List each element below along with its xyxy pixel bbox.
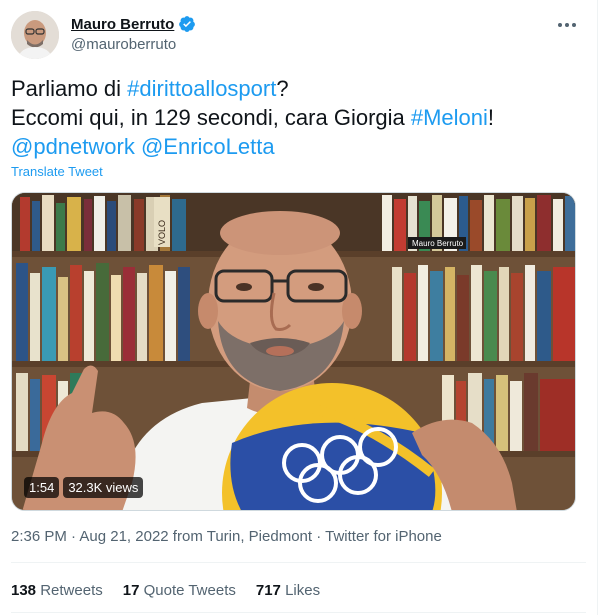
tweet-stats: 138 Retweets 17 Quote Tweets 717 Likes [11,582,320,599]
video-duration: 1:54 [24,477,60,498]
video-views: 32.3K views [63,477,144,498]
quote-tweets-stat[interactable]: 17 Quote Tweets [123,582,236,599]
retweets-stat[interactable]: 138 Retweets [11,582,103,599]
text-segment: Eccomi qui, in 129 secondi, cara Giorgia [11,105,411,130]
tweet-source[interactable]: Twitter for iPhone [325,528,442,545]
retweets-label: Retweets [40,582,103,599]
author-avatar[interactable] [11,11,59,59]
tweet-card: Mauro Berruto @mauroberruto Parliamo di … [0,0,598,615]
meta-text: from [168,528,207,545]
author-info: Mauro Berruto @mauroberruto [71,14,196,53]
retweets-count: 138 [11,582,37,599]
mention-link[interactable]: @EnricoLetta [141,134,275,159]
likes-label: Likes [285,582,321,599]
tweet-line-2: Eccomi qui, in 129 secondi, cara Giorgia… [11,103,581,132]
tweet-text: Parliamo di #dirittoallosport? Eccomi qu… [11,74,581,161]
tweet-date[interactable]: Aug 21, 2022 [79,528,168,545]
video-thumbnail: Mauro Berruto VOLO [12,193,575,510]
tweet-meta: 2:36 PM · Aug 21, 2022 from Turin, Piedm… [11,528,442,545]
meta-separator: · [312,528,326,545]
verified-badge-icon [178,15,196,33]
more-options-icon[interactable] [554,14,580,36]
video-badges: 1:54 32.3K views [24,477,144,498]
book-label: VOLO [157,220,167,245]
video-player[interactable]: Mauro Berruto VOLO 1:54 32.3K views [11,192,576,511]
tweet-time[interactable]: 2:36 PM [11,528,67,545]
meta-separator: · [66,528,80,545]
tweet-line-3: @pdnetwork @EnricoLetta [11,132,581,161]
hashtag-link[interactable]: #Meloni [411,105,488,130]
likes-count: 717 [255,582,281,599]
quote-tweets-count: 17 [122,582,140,599]
text-segment: ! [487,105,495,130]
mention-link[interactable]: @pdnetwork [11,134,135,159]
quote-tweets-label: Quote Tweets [143,582,236,599]
text-segment: Parliamo di [11,76,128,101]
divider [11,562,586,563]
translate-tweet-link[interactable]: Translate Tweet [11,164,103,179]
tweet-location[interactable]: Turin, Piedmont [207,528,312,545]
author-name[interactable]: Mauro Berruto [71,16,174,33]
tweet-line-1: Parliamo di #dirittoallosport? [11,74,581,103]
author-handle[interactable]: @mauroberruto [71,36,196,53]
likes-stat[interactable]: 717 Likes [256,582,320,599]
hashtag-link[interactable]: #dirittoallosport [127,76,276,101]
book-label: Mauro Berruto [412,239,464,248]
divider [11,612,586,613]
text-segment: ? [276,76,289,101]
